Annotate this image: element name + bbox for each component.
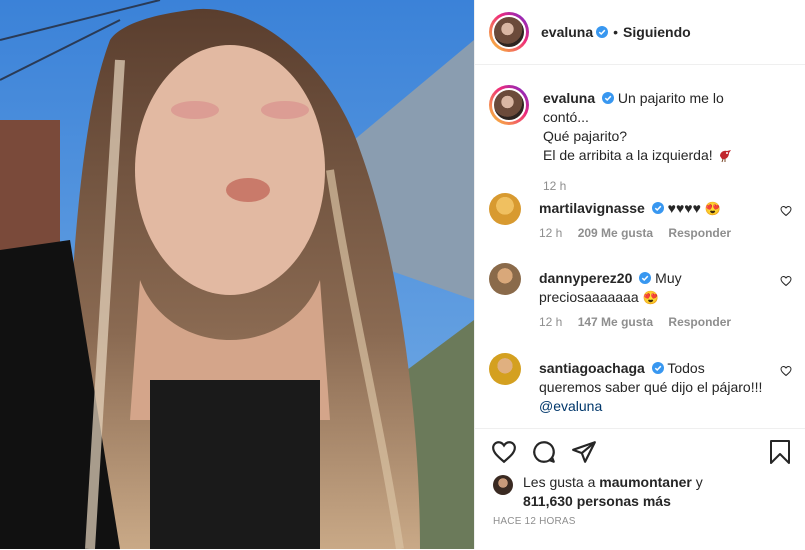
- post-actions: Les gusta a maumontaner y 811,630 person…: [475, 428, 805, 550]
- heart-eyes-emoji: 😍: [642, 290, 659, 305]
- reply-button[interactable]: Responder: [668, 226, 731, 240]
- like-comment-icon[interactable]: [780, 275, 792, 287]
- caption-line-3: El de arribita a la izquierda!: [543, 147, 713, 163]
- post-panel: evaluna • Siguiendo evaluna Un pajarito …: [474, 0, 805, 549]
- comment-username[interactable]: santiagoachaga: [539, 360, 645, 376]
- comment-time: 12 h: [539, 226, 563, 240]
- likes-connector: y: [695, 474, 703, 490]
- verified-icon: [602, 92, 615, 104]
- like-comment-icon[interactable]: [780, 205, 792, 217]
- author-avatar[interactable]: [489, 12, 529, 52]
- comment-username[interactable]: martilavignasse: [539, 200, 645, 216]
- caption-time: 12 h: [543, 179, 567, 193]
- comment-likes[interactable]: 209 Me gusta: [578, 226, 653, 240]
- comment-mention[interactable]: @evaluna: [539, 398, 602, 414]
- liker-username[interactable]: maumontaner: [599, 474, 692, 490]
- share-icon[interactable]: [571, 439, 597, 465]
- heart-icon[interactable]: [491, 439, 517, 465]
- liker-avatar[interactable]: [493, 475, 513, 495]
- bookmark-icon[interactable]: [768, 439, 792, 465]
- post-time: HACE 12 HORAS: [493, 516, 576, 527]
- reply-button[interactable]: Responder: [668, 315, 731, 329]
- comment-text: ♥♥♥♥: [667, 200, 701, 216]
- comment-likes[interactable]: 147 Me gusta: [578, 315, 653, 329]
- comment-meta: 12 h 147 Me gusta Responder: [539, 313, 764, 332]
- post-photo[interactable]: [0, 0, 474, 549]
- verified-icon: [651, 202, 664, 214]
- verified-icon: [651, 362, 664, 374]
- verified-icon: [596, 26, 609, 38]
- caption-avatar[interactable]: [489, 85, 529, 125]
- commenter-avatar[interactable]: [489, 263, 521, 295]
- likes-prefix: Les gusta a: [523, 474, 596, 490]
- commenter-avatar[interactable]: [489, 353, 521, 385]
- selfie-image: [0, 0, 474, 549]
- comments-list: evaluna Un pajarito me lo contó... Qué p…: [475, 65, 805, 427]
- like-comment-icon[interactable]: [780, 365, 792, 377]
- caption-line-2: Qué pajarito?: [543, 128, 628, 144]
- comment-meta: 12 h 209 Me gusta Responder: [539, 224, 764, 243]
- comment-icon[interactable]: [531, 439, 557, 465]
- comment-username[interactable]: dannyperez20: [539, 270, 632, 286]
- follow-button[interactable]: Siguiendo: [623, 24, 691, 40]
- comment-time: 12 h: [539, 315, 563, 329]
- author-username[interactable]: evaluna: [541, 24, 593, 40]
- heart-eyes-emoji: 😍: [704, 201, 721, 216]
- bird-emoji: [719, 150, 731, 163]
- separator-dot: •: [613, 24, 619, 40]
- likes-count[interactable]: 811,630 personas más: [523, 493, 671, 509]
- post-header: evaluna • Siguiendo: [475, 0, 805, 65]
- commenter-avatar[interactable]: [489, 193, 521, 225]
- caption-username[interactable]: evaluna: [543, 90, 595, 106]
- verified-icon: [639, 272, 652, 284]
- likes-summary: Les gusta a maumontaner y 811,630 person…: [493, 473, 703, 511]
